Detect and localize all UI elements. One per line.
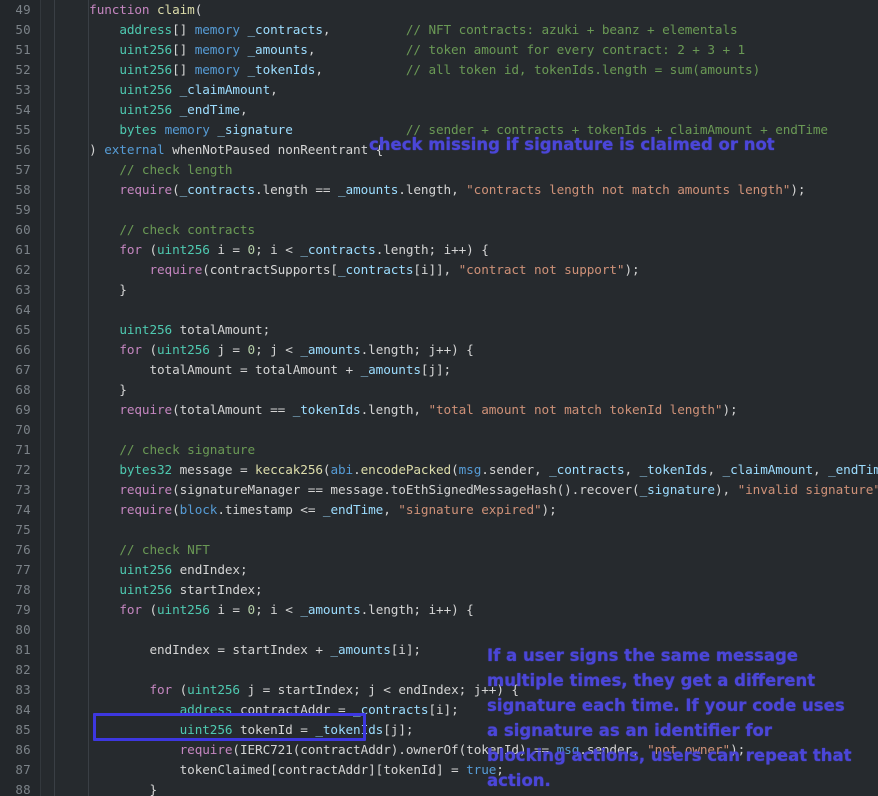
line-number: 53 [0, 80, 40, 100]
code-line[interactable]: uint256[] memory _tokenIds, // all token… [41, 60, 878, 80]
line-number: 83 [0, 680, 40, 700]
line-number: 50 [0, 20, 40, 40]
line-number: 60 [0, 220, 40, 240]
code-line[interactable]: uint256 endIndex; [41, 560, 878, 580]
code-line[interactable]: require(block.timestamp <= _endTime, "si… [41, 500, 878, 520]
code-editor[interactable]: 4950515253545556575859606162636465666768… [0, 0, 878, 796]
line-number: 79 [0, 600, 40, 620]
highlight-box-signature-claimed [93, 713, 366, 741]
code-line[interactable]: require(contractSupports[_contracts[i]],… [41, 260, 878, 280]
line-number: 70 [0, 420, 40, 440]
code-line[interactable]: require(signatureManager == message.toEt… [41, 480, 878, 500]
line-number: 76 [0, 540, 40, 560]
code-line[interactable]: // check length [41, 160, 878, 180]
code-line[interactable]: // check signature [41, 440, 878, 460]
code-line[interactable]: } [41, 280, 878, 300]
line-number: 86 [0, 740, 40, 760]
line-number-gutter: 4950515253545556575859606162636465666768… [0, 0, 41, 796]
line-number: 68 [0, 380, 40, 400]
code-line[interactable]: for (uint256 j = 0; j < _amounts.length;… [41, 340, 878, 360]
line-number: 81 [0, 640, 40, 660]
line-number: 77 [0, 560, 40, 580]
code-line[interactable]: uint256 totalAmount; [41, 320, 878, 340]
code-line[interactable]: require(_contracts.length == _amounts.le… [41, 180, 878, 200]
line-number: 74 [0, 500, 40, 520]
code-line[interactable] [41, 300, 878, 320]
code-line[interactable]: function claim( [41, 0, 878, 20]
line-number: 75 [0, 520, 40, 540]
line-number: 88 [0, 780, 40, 796]
annotation-bottom: If a user signs the same message multipl… [487, 643, 852, 793]
code-line[interactable] [41, 620, 878, 640]
line-number: 71 [0, 440, 40, 460]
line-number: 80 [0, 620, 40, 640]
code-line[interactable]: for (uint256 i = 0; i < _amounts.length;… [41, 600, 878, 620]
code-line[interactable]: uint256 _claimAmount, [41, 80, 878, 100]
code-line[interactable]: require(totalAmount == _tokenIds.length,… [41, 400, 878, 420]
line-number: 51 [0, 40, 40, 60]
line-number: 59 [0, 200, 40, 220]
line-number: 49 [0, 0, 40, 20]
line-number: 54 [0, 100, 40, 120]
line-number: 82 [0, 660, 40, 680]
code-line[interactable]: bytes32 message = keccak256(abi.encodePa… [41, 460, 878, 480]
line-number: 56 [0, 140, 40, 160]
line-number: 67 [0, 360, 40, 380]
line-number: 64 [0, 300, 40, 320]
line-number: 65 [0, 320, 40, 340]
code-line[interactable]: // check contracts [41, 220, 878, 240]
code-line[interactable] [41, 200, 878, 220]
line-number: 61 [0, 240, 40, 260]
line-number: 63 [0, 280, 40, 300]
line-number: 73 [0, 480, 40, 500]
line-number: 57 [0, 160, 40, 180]
code-line[interactable]: } [41, 380, 878, 400]
code-line[interactable]: uint256 startIndex; [41, 580, 878, 600]
code-line[interactable]: totalAmount = totalAmount + _amounts[j]; [41, 360, 878, 380]
line-number: 58 [0, 180, 40, 200]
annotation-top: check missing if signature is claimed or… [369, 132, 775, 157]
line-number: 55 [0, 120, 40, 140]
code-line[interactable] [41, 520, 878, 540]
line-number: 78 [0, 580, 40, 600]
line-number: 87 [0, 760, 40, 780]
line-number: 69 [0, 400, 40, 420]
line-number: 52 [0, 60, 40, 80]
line-number: 62 [0, 260, 40, 280]
code-line[interactable]: address[] memory _contracts, // NFT cont… [41, 20, 878, 40]
line-number: 66 [0, 340, 40, 360]
code-line[interactable]: uint256 _endTime, [41, 100, 878, 120]
line-number: 72 [0, 460, 40, 480]
code-line[interactable]: // check NFT [41, 540, 878, 560]
code-line[interactable]: for (uint256 i = 0; i < _contracts.lengt… [41, 240, 878, 260]
line-number: 85 [0, 720, 40, 740]
code-line[interactable]: uint256[] memory _amounts, // token amou… [41, 40, 878, 60]
code-line[interactable] [41, 420, 878, 440]
line-number: 84 [0, 700, 40, 720]
